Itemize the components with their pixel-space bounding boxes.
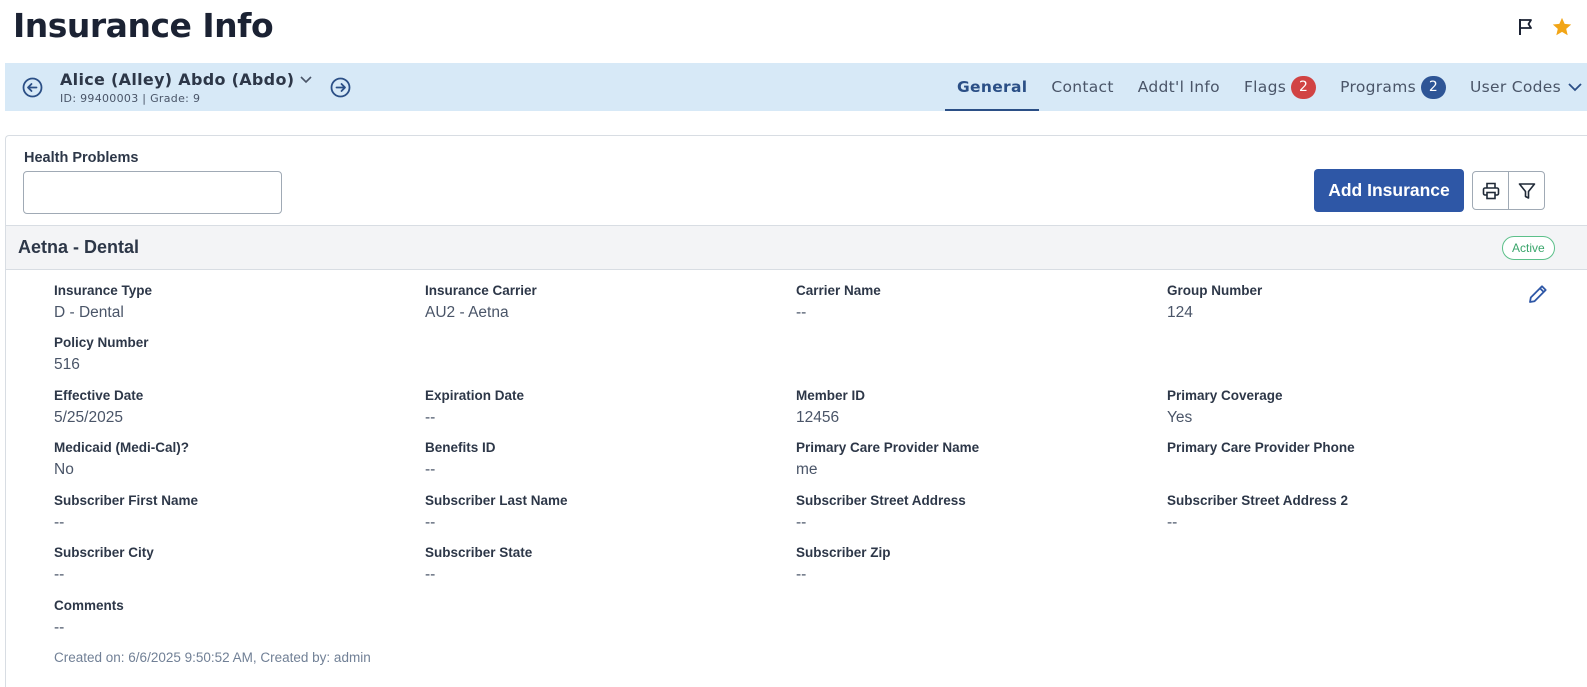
programs-count-badge: 2 — [1420, 75, 1446, 99]
field-subscriber-zip: Subscriber Zip -- — [796, 545, 891, 583]
tab-contact[interactable]: Contact — [1039, 63, 1125, 111]
field-benefits-id: Benefits ID -- — [425, 440, 496, 478]
field-policy-number: Policy Number 516 — [54, 335, 149, 373]
toolbar-icon-group — [1472, 171, 1545, 210]
field-subscriber-city: Subscriber City -- — [54, 545, 154, 583]
insurance-card: Health Problems Add Insurance Aetna - De… — [5, 135, 1587, 687]
print-icon[interactable] — [1473, 172, 1508, 209]
field-group-number: Group Number 124 — [1167, 283, 1263, 321]
tab-general[interactable]: General — [945, 63, 1040, 111]
field-medicaid: Medicaid (Medi-Cal)? No — [54, 440, 190, 478]
field-pcp-name: Primary Care Provider Name me — [796, 440, 980, 478]
tab-bar: General Contact Addt'l Info Flags 2 Progr… — [945, 63, 1587, 111]
tab-addtl-info[interactable]: Addt'l Info — [1126, 63, 1232, 111]
field-primary-coverage: Primary Coverage Yes — [1167, 388, 1283, 426]
filter-icon[interactable] — [1508, 172, 1544, 209]
student-meta: ID: 99400003 | Grade: 9 — [60, 92, 201, 105]
field-insurance-carrier: Insurance Carrier AU2 - Aetna — [425, 283, 537, 321]
chevron-down-icon — [1567, 81, 1583, 93]
field-subscriber-last-name: Subscriber Last Name -- — [425, 493, 568, 531]
field-subscriber-first-name: Subscriber First Name -- — [54, 493, 199, 531]
star-icon[interactable] — [1551, 16, 1573, 38]
previous-student-icon[interactable] — [22, 77, 43, 98]
tab-programs[interactable]: Programs 2 — [1328, 63, 1458, 111]
field-carrier-name: Carrier Name -- — [796, 283, 881, 321]
health-problems-input[interactable] — [23, 171, 282, 214]
add-insurance-button[interactable]: Add Insurance — [1314, 169, 1464, 212]
flags-count-badge: 2 — [1291, 75, 1317, 99]
status-badge: Active — [1502, 236, 1555, 260]
student-name[interactable]: Alice (Alley) Abdo (Abdo) — [60, 70, 294, 89]
health-problems-label: Health Problems — [24, 150, 139, 166]
insurance-title: Aetna - Dental — [18, 237, 140, 257]
edit-pencil-icon[interactable] — [1526, 282, 1550, 306]
created-note: Created on: 6/6/2025 9:50:52 AM, Created… — [54, 650, 371, 665]
student-bar: Alice (Alley) Abdo (Abdo) ID: 99400003 |… — [5, 63, 1587, 111]
field-effective-date: Effective Date 5/25/2025 — [54, 388, 144, 426]
tab-flags[interactable]: Flags 2 — [1232, 63, 1328, 111]
field-comments: Comments -- — [54, 598, 124, 636]
insurance-section-header: Aetna - Dental Active — [6, 225, 1587, 270]
tab-user-codes[interactable]: User Codes — [1458, 63, 1587, 111]
header-actions — [1515, 16, 1573, 38]
chevron-down-icon[interactable] — [299, 73, 315, 87]
field-insurance-type: Insurance Type D - Dental — [54, 283, 153, 321]
field-pcp-phone: Primary Care Provider Phone — [1167, 440, 1355, 455]
field-subscriber-state: Subscriber State -- — [425, 545, 533, 583]
field-member-id: Member ID 12456 — [796, 388, 866, 426]
page-title: Insurance Info — [13, 6, 274, 45]
field-expiration-date: Expiration Date -- — [425, 388, 525, 426]
flag-icon[interactable] — [1515, 16, 1537, 38]
next-student-icon[interactable] — [330, 77, 351, 98]
field-subscriber-street: Subscriber Street Address -- — [796, 493, 966, 531]
field-subscriber-street-2: Subscriber Street Address 2 -- — [1167, 493, 1349, 531]
